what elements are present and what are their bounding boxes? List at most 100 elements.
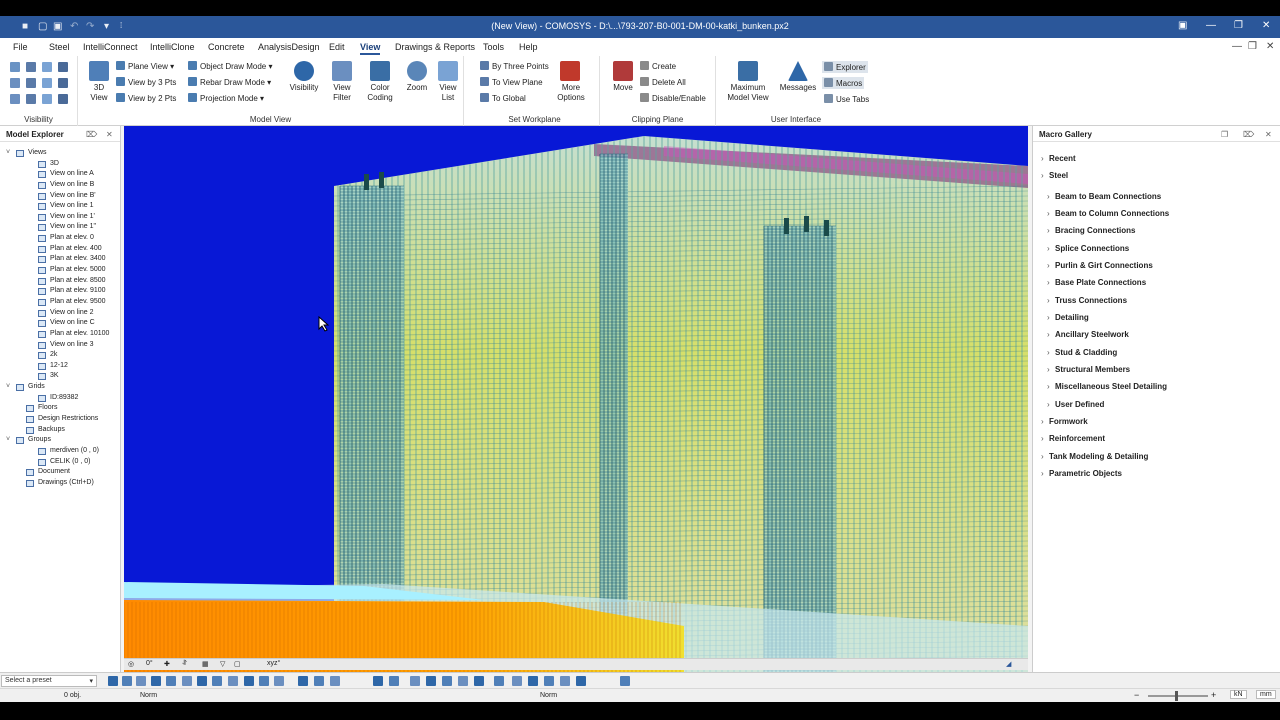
triangle-icon[interactable] bbox=[426, 676, 436, 686]
member-icon[interactable] bbox=[26, 94, 36, 104]
expand-toggle-icon[interactable]: ˅ bbox=[6, 435, 10, 445]
tree-node[interactable]: View on line A bbox=[4, 169, 120, 180]
plane-icon[interactable] bbox=[166, 676, 176, 686]
menu-view[interactable]: View bbox=[360, 42, 381, 55]
node-icon[interactable] bbox=[10, 94, 20, 104]
menu-analysisdesign[interactable]: AnalysisDesign bbox=[258, 42, 320, 52]
maximum-model-view-button[interactable]: Maximum Model View bbox=[724, 83, 772, 103]
tree-node[interactable]: Document bbox=[4, 467, 120, 478]
show-icon[interactable] bbox=[42, 62, 52, 72]
delete-all-button[interactable]: Delete All bbox=[640, 77, 686, 87]
ucs-toggle-icon[interactable]: ⥯ bbox=[182, 660, 187, 668]
trim-icon[interactable] bbox=[560, 676, 570, 686]
menu-help[interactable]: Help bbox=[519, 42, 538, 52]
menu-edit[interactable]: Edit bbox=[329, 42, 345, 52]
zoom-slider-thumb[interactable] bbox=[1175, 691, 1178, 701]
column-icon[interactable] bbox=[151, 676, 161, 686]
tree-node[interactable]: View on line 1" bbox=[4, 222, 120, 233]
create-button[interactable]: Create bbox=[640, 61, 676, 71]
pin-icon[interactable]: ⌦ bbox=[86, 130, 97, 139]
tree-node[interactable]: Plan at elev. 5000 bbox=[4, 265, 120, 276]
doc-close-icon[interactable]: ✕ bbox=[1266, 41, 1274, 52]
panel-close-icon[interactable]: ✕ bbox=[1265, 130, 1272, 139]
macro-gallery-item[interactable]: › Structural Members bbox=[1047, 365, 1130, 374]
plate-icon[interactable] bbox=[42, 94, 52, 104]
macro-gallery-item[interactable]: › Beam to Column Connections bbox=[1047, 209, 1169, 218]
snap-icon[interactable] bbox=[576, 676, 586, 686]
panel-close-icon[interactable]: ✕ bbox=[106, 130, 113, 139]
axis-icon[interactable] bbox=[26, 78, 36, 88]
tree-node[interactable]: View on line B' bbox=[4, 191, 120, 202]
eye-icon[interactable] bbox=[294, 61, 314, 81]
plane-view-button[interactable]: Plane View ▾ bbox=[116, 61, 174, 71]
surface-icon[interactable] bbox=[58, 78, 68, 88]
tree-node[interactable]: Plan at elev. 9100 bbox=[4, 286, 120, 297]
macro-gallery-item[interactable]: › Detailing bbox=[1047, 313, 1089, 322]
eye-icon[interactable] bbox=[274, 676, 284, 686]
tree-node[interactable]: Design Restrictions bbox=[4, 414, 120, 425]
isolate-icon[interactable] bbox=[58, 62, 68, 72]
macro-gallery-item[interactable]: › Beam to Beam Connections bbox=[1047, 192, 1161, 201]
macro-gallery-item[interactable]: › Miscellaneous Steel Detailing bbox=[1047, 382, 1167, 391]
menu-drawings-reports[interactable]: Drawings & Reports bbox=[395, 42, 475, 52]
extend-icon[interactable] bbox=[544, 676, 554, 686]
view-list-button[interactable]: View List bbox=[430, 83, 466, 103]
copy-icon[interactable] bbox=[244, 676, 254, 686]
tree-node[interactable]: View on line B bbox=[4, 180, 120, 191]
macro-gallery-item[interactable]: › Splice Connections bbox=[1047, 244, 1129, 253]
menu-intelliconnect[interactable]: IntelliConnect bbox=[83, 42, 138, 52]
grid-snap-icon[interactable]: ▦ bbox=[202, 660, 209, 668]
macro-gallery-item[interactable]: › Bracing Connections bbox=[1047, 226, 1135, 235]
move-icon[interactable] bbox=[613, 61, 633, 81]
menu-concrete[interactable]: Concrete bbox=[208, 42, 245, 52]
rebar-draw-mode-button[interactable]: Rebar Draw Mode ▾ bbox=[188, 77, 271, 87]
move-icon[interactable] bbox=[108, 676, 118, 686]
angle-icon[interactable] bbox=[442, 676, 452, 686]
panel-float-icon[interactable]: ❐ bbox=[1221, 130, 1228, 139]
macro-gallery-item[interactable]: › Formwork bbox=[1041, 417, 1088, 426]
ribbon-display-icon[interactable]: ▣ bbox=[1178, 20, 1187, 31]
filter-snap-icon[interactable]: ▽ bbox=[220, 660, 225, 668]
tree-node[interactable]: Plan at elev. 9500 bbox=[4, 297, 120, 308]
macro-gallery-item[interactable]: › Stud & Cladding bbox=[1047, 348, 1117, 357]
use-tabs-toggle[interactable]: Use Tabs bbox=[822, 93, 871, 105]
macros-toggle[interactable]: Macros bbox=[822, 77, 865, 89]
sphere-icon[interactable] bbox=[136, 676, 146, 686]
filter-icon[interactable] bbox=[332, 61, 352, 81]
zoom-icon[interactable] bbox=[407, 61, 427, 81]
macro-gallery-item[interactable]: › Recent bbox=[1041, 154, 1076, 163]
select-icon[interactable] bbox=[373, 676, 383, 686]
viewport-corner-icon[interactable]: ◢ bbox=[1006, 660, 1011, 668]
hide-icon[interactable] bbox=[26, 62, 36, 72]
square-icon[interactable] bbox=[389, 676, 399, 686]
view-by-2-pts-button[interactable]: View by 2 Pts bbox=[116, 93, 176, 103]
explorer-toggle[interactable]: Explorer bbox=[822, 61, 868, 73]
filter-icon[interactable] bbox=[298, 676, 308, 686]
preset-select[interactable]: Select a preset ▾ bbox=[1, 675, 97, 687]
snap-icon[interactable]: ✚ bbox=[164, 660, 170, 668]
box-icon[interactable] bbox=[42, 78, 52, 88]
tree-node[interactable]: Plan at elev. 8500 bbox=[4, 276, 120, 287]
menu-file[interactable]: File bbox=[13, 42, 28, 52]
projection-mode-button[interactable]: Projection Mode ▾ bbox=[188, 93, 264, 103]
pattern-icon[interactable] bbox=[197, 676, 207, 686]
macro-gallery-item[interactable]: › Parametric Objects bbox=[1041, 469, 1122, 478]
cross-icon[interactable] bbox=[410, 676, 420, 686]
tree-node[interactable]: Plan at elev. 10100 bbox=[4, 329, 120, 340]
macro-gallery-item[interactable]: › User Defined bbox=[1047, 400, 1104, 409]
expand-toggle-icon[interactable]: ˅ bbox=[6, 382, 10, 392]
close-icon[interactable] bbox=[122, 676, 132, 686]
move-button[interactable]: Move bbox=[606, 83, 640, 93]
view-by-3-pts-button[interactable]: View by 3 Pts bbox=[116, 77, 176, 87]
zoom-in-icon[interactable]: + bbox=[1211, 690, 1216, 700]
tree-node[interactable]: CELIK (0 , 0) bbox=[4, 457, 120, 468]
to-global-button[interactable]: To Global bbox=[480, 93, 526, 103]
tree-node[interactable]: View on line 2 bbox=[4, 308, 120, 319]
tree-node[interactable]: Plan at elev. 400 bbox=[4, 244, 120, 255]
3d-view-icon[interactable] bbox=[89, 61, 109, 81]
tree-node[interactable]: 2k bbox=[4, 350, 120, 361]
restore-icon[interactable]: ❐ bbox=[1234, 20, 1243, 31]
plane-icon[interactable] bbox=[10, 78, 20, 88]
visibility-button[interactable]: Visibility bbox=[284, 83, 324, 93]
macro-gallery-item[interactable]: › Base Plate Connections bbox=[1047, 278, 1146, 287]
